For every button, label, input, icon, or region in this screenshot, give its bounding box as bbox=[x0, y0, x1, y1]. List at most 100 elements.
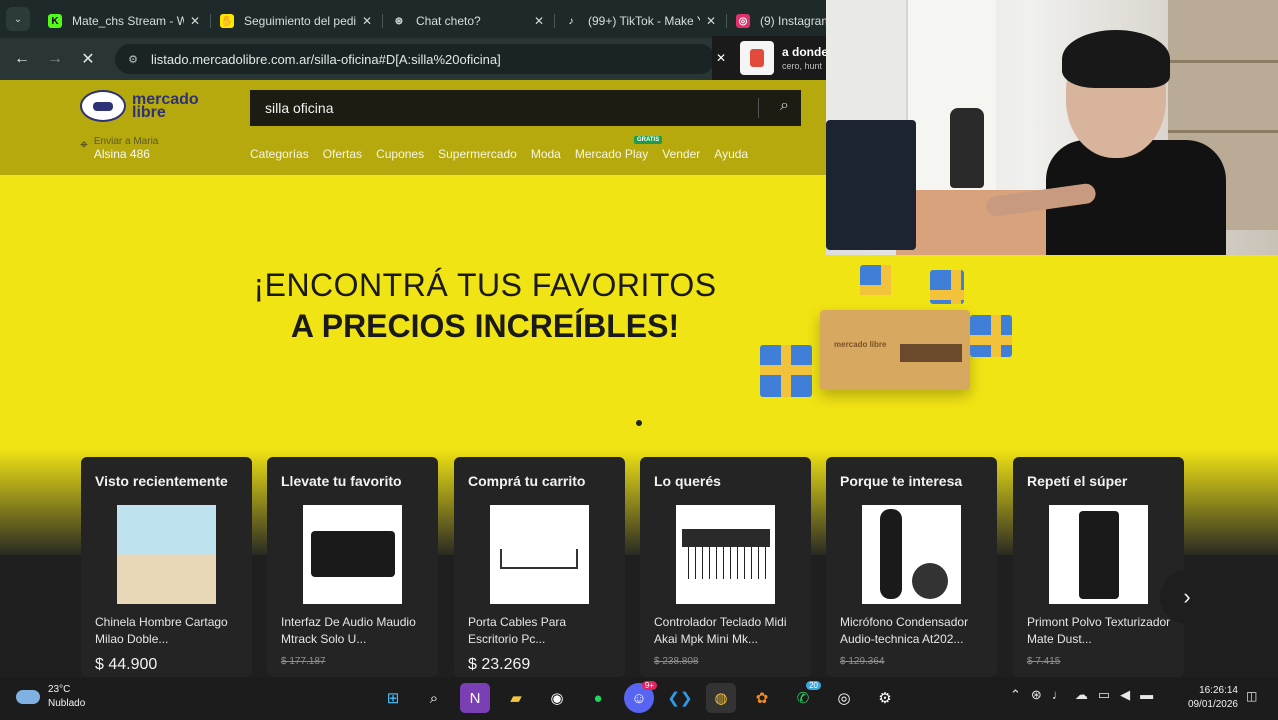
notification-subtitle: cero, hunt bbox=[782, 61, 823, 71]
file-explorer-icon[interactable]: ▰ bbox=[501, 683, 531, 713]
close-icon[interactable]: ✕ bbox=[706, 14, 716, 28]
search-input[interactable]: silla oficina ⌕ bbox=[250, 90, 801, 126]
webcam-person-hair bbox=[1062, 30, 1170, 88]
gift-icon bbox=[970, 315, 1012, 357]
tab-label: Mate_chs Stream - W bbox=[72, 14, 184, 28]
battery-icon[interactable]: ▬ bbox=[1140, 687, 1153, 703]
system-tray: ⌃ ⊛ ♩ ☁ ▭ ◀ ▬ bbox=[1010, 687, 1153, 703]
menu-ayuda[interactable]: Ayuda bbox=[714, 147, 748, 161]
site-info-icon[interactable]: ⚙ bbox=[125, 51, 141, 67]
box-logo: mercado libre bbox=[834, 340, 887, 349]
openai-tray-icon[interactable]: ⊛ bbox=[1031, 687, 1042, 703]
product-price: $ 44.900 bbox=[95, 656, 158, 673]
address-bar[interactable]: ⚙ listado.mercadolibre.com.ar/silla-ofic… bbox=[115, 44, 715, 74]
product-name[interactable]: Primont Polvo Texturizador Mate Dust... bbox=[1027, 614, 1175, 648]
product-image[interactable] bbox=[117, 505, 216, 604]
product-name[interactable]: Interfaz De Audio Maudio Mtrack Solo U..… bbox=[281, 614, 429, 648]
windows-start-icon[interactable]: ⊞ bbox=[378, 683, 408, 713]
search-icon[interactable]: ⌕ bbox=[780, 97, 789, 115]
menu-vender[interactable]: Vender bbox=[662, 147, 700, 161]
card-compra-tu-carrito[interactable]: Comprá tu carrito Porta Cables Para Escr… bbox=[454, 457, 625, 677]
kick-icon: K bbox=[48, 14, 62, 28]
close-icon[interactable]: ✕ bbox=[716, 51, 730, 65]
card-lo-queres[interactable]: Lo querés Controlador Teclado Midi Akai … bbox=[640, 457, 811, 677]
headline-line1: ¡ENCONTRÁ TUS FAVORITOS bbox=[253, 267, 717, 303]
fl-studio-icon[interactable]: ✿ bbox=[747, 683, 777, 713]
tab-tiktok[interactable]: ♪ (99+) TikTok - Make Y ✕ bbox=[554, 6, 726, 36]
cardboard-box: mercado libre bbox=[820, 310, 970, 390]
close-icon[interactable]: ✕ bbox=[190, 14, 200, 28]
menu-mercado-play[interactable]: Mercado Play bbox=[575, 147, 648, 161]
chrome-icon[interactable]: ◍ bbox=[706, 683, 736, 713]
recommendation-cards: Visto recientemente Chinela Hombre Carta… bbox=[81, 457, 1191, 677]
product-image[interactable] bbox=[676, 505, 775, 604]
headline-line2: A PRECIOS INCREÍBLES! bbox=[290, 308, 680, 344]
card-repeti-el-super[interactable]: Repetí el súper Primont Polvo Texturizad… bbox=[1013, 457, 1184, 677]
product-name[interactable]: Chinela Hombre Cartago Milao Doble... bbox=[95, 614, 243, 648]
card-visto-recientemente[interactable]: Visto recientemente Chinela Hombre Carta… bbox=[81, 457, 252, 677]
close-icon[interactable]: ✕ bbox=[534, 14, 544, 28]
menu-cupones[interactable]: Cupones bbox=[376, 147, 424, 161]
tiktok-icon: ♪ bbox=[568, 15, 574, 27]
menu-supermercado[interactable]: Supermercado bbox=[438, 147, 517, 161]
onenote-icon[interactable]: N bbox=[460, 683, 490, 713]
logo-text: mercado libre bbox=[132, 91, 199, 121]
product-old-price: $ 7.415 bbox=[1027, 656, 1061, 667]
discord-icon[interactable]: ☺ 9+ bbox=[624, 681, 657, 713]
card-title: Lo querés bbox=[654, 473, 721, 489]
weather-widget[interactable]: 23°C Nublado bbox=[16, 683, 85, 711]
gift-box-illustration: mercado libre bbox=[750, 255, 1040, 415]
search-icon[interactable]: ⌕ bbox=[419, 683, 449, 713]
product-name[interactable]: Controlador Teclado Midi Akai Mpk Mini M… bbox=[654, 614, 802, 648]
webcam-overlay bbox=[826, 0, 1278, 255]
product-image[interactable] bbox=[1049, 505, 1148, 604]
clock-date: 09/01/2026 bbox=[1187, 699, 1238, 710]
card-porque-te-interesa[interactable]: Porque te interesa Micrófono Condensador… bbox=[826, 457, 997, 677]
card-title: Porque te interesa bbox=[840, 473, 963, 489]
discord-badge: 9+ bbox=[641, 681, 657, 690]
product-image[interactable] bbox=[490, 505, 589, 604]
microphone-icon[interactable]: ♩ bbox=[1052, 687, 1065, 703]
address-url: listado.mercadolibre.com.ar/silla-oficin… bbox=[151, 51, 501, 67]
taskbar: 23°C Nublado ⊞ ⌕ N ▰ ◉ ● ☺ 9+ ❮❯ ◍ ✿ ✆ 20 … bbox=[0, 677, 1278, 720]
tab-chatgpt[interactable]: ⊛ Chat cheto? ✕ bbox=[382, 6, 554, 36]
chevron-right-icon: › bbox=[1183, 584, 1191, 609]
notification-icon[interactable]: ◫ bbox=[1246, 689, 1257, 703]
whatsapp-icon[interactable]: ✆ 20 bbox=[788, 681, 821, 713]
tab-search-icon[interactable]: ⌄ bbox=[6, 7, 30, 31]
card-llevate-tu-favorito[interactable]: Llevate tu favorito Interfaz De Audio Ma… bbox=[267, 457, 438, 677]
volume-icon[interactable]: ◀ bbox=[1120, 687, 1130, 703]
tab-mercadolibre[interactable]: ✋ Seguimiento del pedi ✕ bbox=[210, 6, 382, 36]
back-icon[interactable]: ← bbox=[8, 45, 36, 73]
product-old-price: $ 129.364 bbox=[840, 656, 885, 667]
recording-app-icon[interactable]: ◎ bbox=[829, 683, 859, 713]
taskbar-apps: ⊞ ⌕ N ▰ ◉ ● ☺ 9+ ❮❯ ◍ ✿ ✆ 20 ◎ ⚙ bbox=[378, 681, 900, 713]
tab-kick[interactable]: K Mate_chs Stream - W ✕ bbox=[38, 6, 210, 36]
network-icon[interactable]: ▭ bbox=[1098, 687, 1110, 703]
menu-ofertas[interactable]: Ofertas bbox=[323, 147, 362, 161]
spotify-icon[interactable]: ● bbox=[583, 683, 613, 713]
forward-icon[interactable]: → bbox=[41, 45, 69, 73]
steam-icon[interactable]: ◉ bbox=[542, 683, 572, 713]
location-label: Enviar a Maria bbox=[93, 136, 159, 147]
onedrive-icon[interactable]: ☁ bbox=[1075, 687, 1088, 703]
vscode-icon[interactable]: ❮❯ bbox=[665, 683, 695, 713]
product-name[interactable]: Micrófono Condensador Audio-technica At2… bbox=[840, 614, 988, 648]
product-name[interactable]: Porta Cables Para Escritorio Pc... bbox=[468, 614, 616, 648]
mercadolibre-logo[interactable]: mercado libre bbox=[80, 90, 199, 122]
chevron-up-icon[interactable]: ⌃ bbox=[1010, 687, 1021, 703]
tab-label: Chat cheto? bbox=[416, 14, 481, 28]
menu-moda[interactable]: Moda bbox=[531, 147, 561, 161]
system-clock[interactable]: 16:26:14 09/01/2026 bbox=[1180, 684, 1238, 712]
openai-icon: ⊛ bbox=[394, 15, 404, 27]
carousel-dot[interactable] bbox=[636, 420, 642, 426]
product-image[interactable] bbox=[303, 505, 402, 604]
product-image[interactable] bbox=[862, 505, 961, 604]
shipping-location[interactable]: ⌖ Enviar a Maria Alsina 486 bbox=[80, 136, 158, 161]
settings-icon[interactable]: ⚙ bbox=[870, 683, 900, 713]
close-icon[interactable]: ✕ bbox=[362, 14, 372, 28]
stop-loading-icon[interactable]: ✕ bbox=[74, 45, 102, 73]
menu-categorias[interactable]: Categorías bbox=[250, 147, 309, 161]
carousel-next-button[interactable]: › bbox=[1160, 570, 1214, 624]
search-divider bbox=[758, 98, 759, 118]
